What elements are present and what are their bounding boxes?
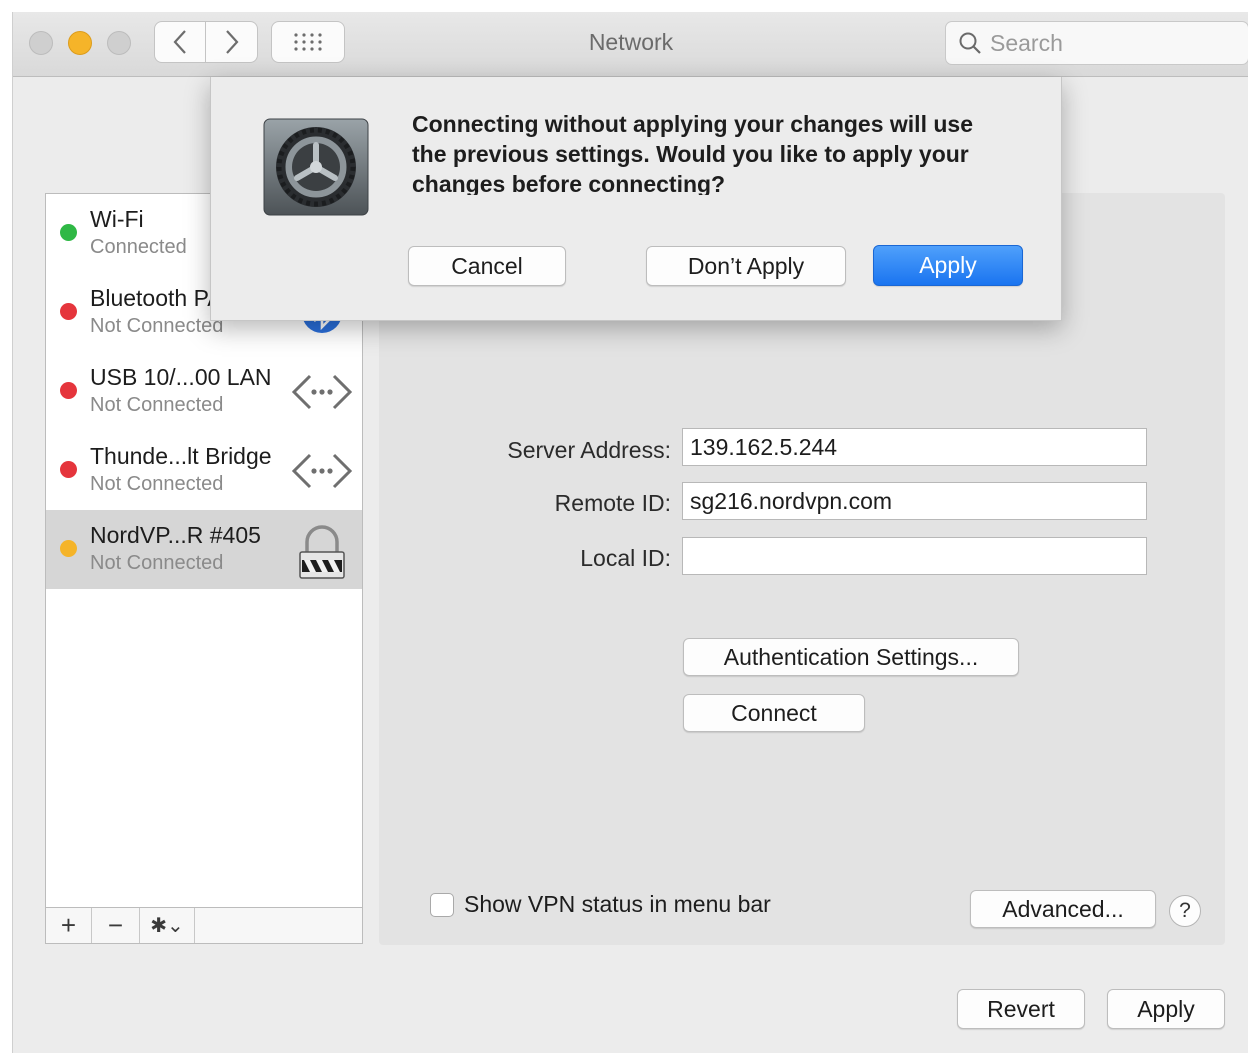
- search-icon: [959, 32, 981, 54]
- server-address-label: Server Address:: [507, 437, 671, 463]
- service-status: Not Connected: [90, 473, 224, 495]
- service-name: Thunde...lt Bridge: [90, 443, 272, 469]
- local-id-label: Local ID:: [580, 545, 671, 571]
- service-status: Not Connected: [90, 552, 224, 574]
- service-name: USB 10/...00 LAN: [90, 364, 272, 390]
- gear-menu-button[interactable]: ✱⌄: [140, 908, 195, 943]
- cancel-button[interactable]: Cancel: [408, 246, 566, 286]
- service-status: Not Connected: [90, 394, 224, 416]
- service-item-usb-lan[interactable]: USB 10/...00 LAN Not Connected: [46, 352, 362, 431]
- status-dot: [60, 303, 77, 320]
- revert-button[interactable]: Revert: [957, 989, 1085, 1029]
- vpn-lock-icon: [299, 525, 345, 579]
- search-placeholder: Search: [990, 29, 1063, 56]
- local-id-field[interactable]: [682, 537, 1147, 575]
- status-dot: [60, 224, 77, 241]
- apply-changes-dialog: Connecting without applying your changes…: [210, 77, 1062, 321]
- add-service-button[interactable]: +: [46, 908, 92, 943]
- ethernet-arrows-icon: [291, 374, 353, 410]
- remote-id-field[interactable]: sg216.nordvpn.com: [682, 482, 1147, 520]
- system-preferences-gear-icon: [263, 118, 369, 216]
- advanced-button[interactable]: Advanced...: [970, 890, 1156, 928]
- remove-service-button[interactable]: −: [92, 908, 140, 943]
- search-field[interactable]: Search: [945, 21, 1248, 65]
- authentication-settings-button[interactable]: Authentication Settings...: [683, 638, 1019, 676]
- dialog-apply-button[interactable]: Apply: [873, 245, 1023, 286]
- connect-button[interactable]: Connect: [683, 694, 865, 732]
- show-vpn-status-checkbox[interactable]: [430, 893, 454, 917]
- dont-apply-button[interactable]: Don’t Apply: [646, 246, 846, 286]
- ethernet-arrows-icon: [291, 453, 353, 489]
- service-status: Connected: [90, 236, 187, 258]
- service-item-nordvpn[interactable]: NordVP...R #405 Not Connected: [46, 510, 362, 589]
- help-button[interactable]: ?: [1169, 895, 1201, 927]
- dialog-message: Connecting without applying your changes…: [412, 111, 973, 195]
- apply-button[interactable]: Apply: [1107, 989, 1225, 1029]
- service-name: Wi-Fi: [90, 206, 144, 232]
- service-name: NordVP...R #405: [90, 522, 261, 548]
- show-vpn-status-label: Show VPN status in menu bar: [464, 891, 771, 917]
- title-bar: Network Search: [13, 12, 1248, 77]
- service-status: Not Connected: [90, 315, 224, 337]
- status-dot: [60, 382, 77, 399]
- service-item-thunderbolt-bridge[interactable]: Thunde...lt Bridge Not Connected: [46, 431, 362, 510]
- status-dot: [60, 461, 77, 478]
- status-dot: [60, 540, 77, 557]
- remote-id-label: Remote ID:: [554, 490, 671, 516]
- server-address-field[interactable]: 139.162.5.244: [682, 428, 1147, 466]
- service-list-toolbar: + − ✱⌄: [46, 907, 362, 943]
